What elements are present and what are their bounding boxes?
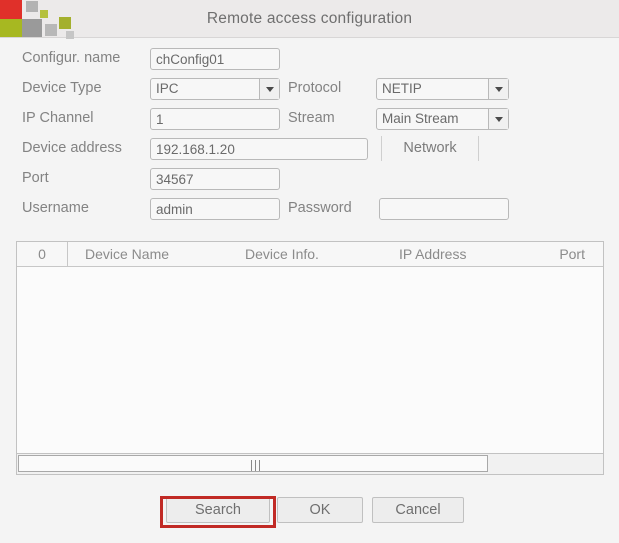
- table-header-row: 0 Device Name Device Info. IP Address Po…: [17, 242, 603, 267]
- window-title-bar: Remote access configuration: [0, 0, 619, 39]
- form-row-port: Port: [0, 157, 619, 190]
- form-row-config-name: Configur. name: [0, 37, 619, 70]
- form-row-ip-channel: IP Channel Stream Main Stream: [0, 97, 619, 130]
- stream-value: Main Stream: [382, 111, 459, 126]
- table-header-port: Port: [559, 246, 585, 262]
- device-results-table: 0 Device Name Device Info. IP Address Po…: [16, 241, 604, 475]
- username-label: Username: [22, 200, 89, 216]
- table-header-ip-address: IP Address: [399, 246, 467, 262]
- cancel-button[interactable]: Cancel: [372, 497, 464, 523]
- password-input[interactable]: [379, 198, 509, 220]
- chevron-down-icon[interactable]: [488, 79, 508, 99]
- protocol-value: NETIP: [382, 81, 422, 96]
- table-header-device-info: Device Info.: [245, 246, 319, 262]
- device-type-value: IPC: [156, 81, 179, 96]
- chevron-down-icon[interactable]: [259, 79, 279, 99]
- form-row-credentials: Username Password: [0, 187, 619, 220]
- window-title: Remote access configuration: [206, 10, 413, 27]
- username-input[interactable]: [150, 198, 280, 220]
- table-horizontal-scrollbar[interactable]: [17, 453, 603, 474]
- chevron-down-icon[interactable]: [488, 109, 508, 129]
- table-body: [17, 267, 603, 451]
- table-header-device-name: Device Name: [85, 246, 170, 262]
- configuration-form: Configur. name Device Type IPC Protocol …: [0, 37, 619, 220]
- dialog-footer: Search OK Cancel: [0, 493, 619, 533]
- search-button[interactable]: Search: [166, 497, 270, 523]
- table-header-index: 0: [38, 246, 46, 262]
- scrollbar-thumb[interactable]: [18, 455, 488, 472]
- password-label: Password: [288, 200, 352, 216]
- scrollbar-grip-icon: [251, 460, 260, 471]
- ok-button[interactable]: OK: [277, 497, 363, 523]
- form-row-device-address: Device address Network: [0, 127, 619, 161]
- form-row-device-type: Device Type IPC Protocol NETIP: [0, 67, 619, 100]
